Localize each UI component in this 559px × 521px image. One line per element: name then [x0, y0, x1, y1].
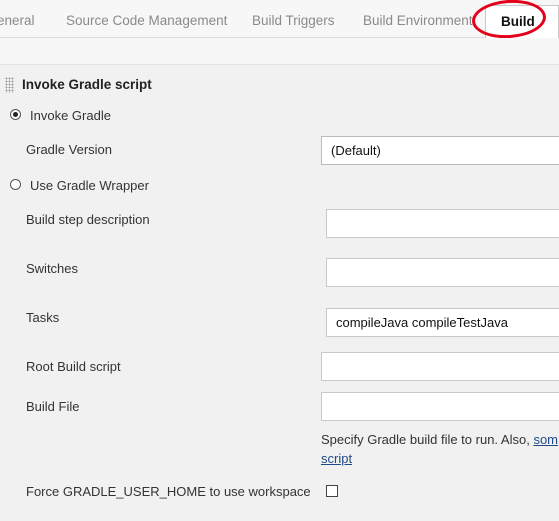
- sub-toolbar: [0, 38, 559, 65]
- tab-general[interactable]: eneral: [0, 13, 35, 28]
- invoke-gradle-label: Invoke Gradle: [30, 108, 111, 123]
- use-gradle-wrapper-radio[interactable]: [10, 179, 21, 190]
- build-step-description-label: Build step description: [26, 212, 150, 227]
- tab-build-triggers[interactable]: Build Triggers: [252, 13, 335, 28]
- section-title: Invoke Gradle script: [22, 77, 152, 92]
- gradle-version-value: (Default): [331, 143, 381, 158]
- gradle-build-step: Invoke Gradle script Invoke Gradle Gradl…: [0, 65, 559, 521]
- root-build-script-input[interactable]: [321, 352, 559, 381]
- force-gradle-user-home-checkbox[interactable]: [326, 485, 338, 497]
- use-gradle-wrapper-label: Use Gradle Wrapper: [30, 178, 149, 193]
- root-build-script-label: Root Build script: [26, 359, 121, 374]
- help-link[interactable]: som: [533, 432, 558, 447]
- build-step-description-input[interactable]: [326, 209, 559, 238]
- tab-bar: eneral Source Code Management Build Trig…: [0, 0, 559, 41]
- gradle-version-label: Gradle Version: [26, 142, 112, 157]
- invoke-gradle-radio[interactable]: [10, 109, 21, 120]
- tasks-label: Tasks: [26, 310, 60, 325]
- help-text: Specify Gradle build file to run. Also,: [321, 432, 534, 447]
- drag-handle-icon[interactable]: [5, 77, 14, 93]
- gradle-version-select[interactable]: (Default): [321, 136, 559, 165]
- switches-input[interactable]: [326, 258, 559, 287]
- build-file-help: Specify Gradle build file to run. Also, …: [321, 432, 558, 447]
- build-file-input[interactable]: [321, 392, 559, 421]
- switches-label: Switches: [26, 261, 79, 276]
- force-gradle-user-home-label: Force GRADLE_USER_HOME to use workspace: [26, 484, 311, 499]
- tab-source-code-management[interactable]: Source Code Management: [66, 13, 227, 28]
- build-file-label: Build File: [26, 399, 80, 414]
- tab-build-environment[interactable]: Build Environment: [363, 13, 473, 28]
- help-link-continued[interactable]: script: [321, 451, 352, 466]
- tasks-input[interactable]: [326, 308, 559, 337]
